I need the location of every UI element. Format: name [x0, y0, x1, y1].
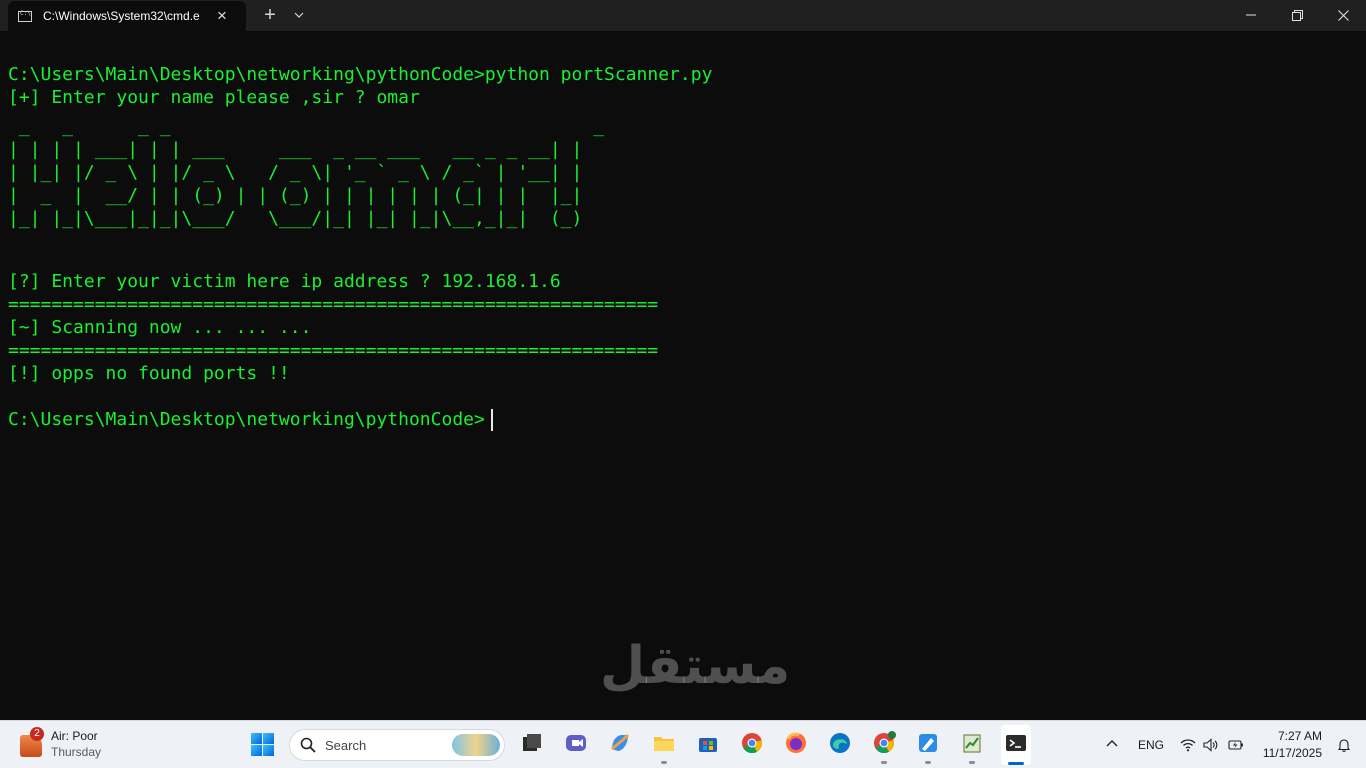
tab-cmd[interactable]: C:\Windows\System32\cmd.e × — [8, 1, 246, 31]
running-indicator — [661, 761, 667, 764]
microsoft-store-icon[interactable] — [696, 731, 720, 755]
tab-close-button[interactable]: × — [213, 7, 231, 25]
clock-time[interactable]: 7:27 AM — [1250, 729, 1322, 743]
firefox-icon[interactable] — [784, 731, 808, 755]
running-indicator — [881, 761, 887, 764]
weather-widget[interactable]: 2 Air: Poor Thursday — [18, 727, 128, 763]
search-placeholder: Search — [325, 738, 367, 753]
weather-badge: 2 — [30, 727, 44, 741]
running-indicator — [925, 761, 931, 764]
wifi-icon[interactable] — [1180, 737, 1196, 753]
text-cursor — [491, 409, 493, 431]
paint-icon[interactable] — [916, 731, 940, 755]
terminal-line: [?] Enter your victim here ip address ? … — [8, 271, 561, 292]
chrome-icon[interactable] — [740, 731, 764, 755]
notepad-chart-icon[interactable] — [960, 731, 984, 755]
start-button[interactable] — [251, 733, 274, 756]
copilot-icon[interactable] — [608, 731, 632, 755]
task-view-icon[interactable] — [520, 731, 544, 755]
ascii-banner: _ _ _ _ _ | | | | ___| | | ___ ___ _ __ … — [8, 116, 605, 229]
minimize-button[interactable] — [1228, 0, 1274, 30]
chevron-down-icon — [294, 12, 304, 18]
terminal-line: [!] opps no found ports !! — [8, 363, 290, 384]
search-box[interactable]: Search — [289, 729, 505, 761]
title-bar: C:\Windows\System32\cmd.e × + — [0, 0, 1366, 31]
tab-title: C:\Windows\System32\cmd.e — [43, 9, 200, 23]
edge-icon[interactable] — [828, 731, 852, 755]
watermark-logo: مستقل — [600, 636, 791, 696]
terminal-area[interactable]: C:\Users\Main\Desktop\networking\pythonC… — [0, 31, 1366, 720]
running-indicator — [969, 761, 975, 764]
restore-icon — [1291, 9, 1303, 21]
teams-icon[interactable] — [564, 731, 588, 755]
search-highlight-image — [452, 734, 500, 756]
close-icon — [1337, 9, 1349, 21]
windows-logo-icon — [251, 733, 262, 744]
weather-day: Thursday — [51, 745, 102, 759]
terminal-line: [+] Enter your name please ,sir ? omar — [8, 87, 420, 108]
language-indicator[interactable]: ENG — [1138, 738, 1164, 752]
close-window-button[interactable] — [1320, 0, 1366, 30]
search-icon — [300, 737, 316, 753]
terminal-icon[interactable] — [1004, 731, 1028, 755]
minimize-icon — [1246, 14, 1256, 16]
terminal-line: [~] Scanning now ... ... ... — [8, 317, 312, 338]
clock-date[interactable]: 11/17/2025 — [1250, 746, 1322, 760]
terminal-prompt: C:\Users\Main\Desktop\networking\pythonC… — [8, 409, 485, 430]
cmd-icon — [18, 10, 32, 22]
battery-icon[interactable] — [1228, 737, 1244, 753]
terminal-line: ========================================… — [8, 340, 659, 361]
terminal-line: C:\Users\Main\Desktop\networking\pythonC… — [8, 64, 713, 85]
chrome-profile-icon[interactable] — [872, 731, 896, 755]
taskbar: 2 Air: Poor Thursday Search ENG 7:27 AM … — [0, 720, 1366, 768]
active-indicator — [1008, 762, 1024, 765]
terminal-line: ========================================… — [8, 294, 659, 315]
weather-title: Air: Poor — [51, 729, 98, 743]
volume-icon[interactable] — [1202, 737, 1218, 753]
file-explorer-icon[interactable] — [652, 731, 676, 755]
new-tab-button[interactable]: + — [258, 0, 282, 30]
restore-button[interactable] — [1274, 0, 1320, 30]
tab-dropdown-button[interactable] — [288, 0, 310, 30]
chevron-up-icon[interactable] — [1104, 736, 1120, 752]
notification-bell-icon[interactable] — [1336, 737, 1352, 753]
